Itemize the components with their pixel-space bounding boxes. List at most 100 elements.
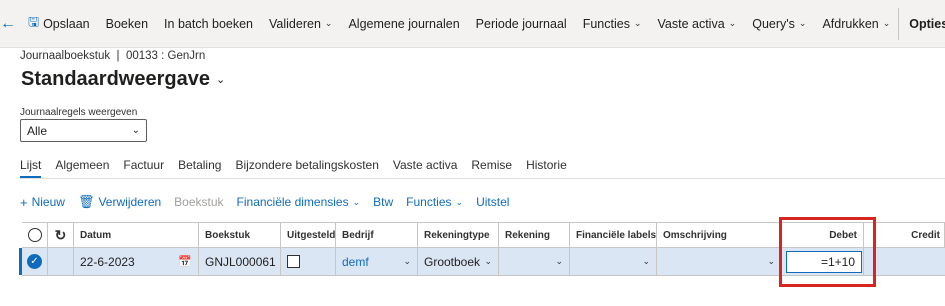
refresh-button[interactable]: ↻ bbox=[48, 223, 74, 247]
header-rekening[interactable]: Rekening bbox=[499, 223, 570, 247]
filter-label: Journaalregels weergeven bbox=[20, 107, 138, 118]
tab-lijst[interactable]: Lijst bbox=[20, 152, 42, 178]
periode-journaal-button[interactable]: Periode journaal bbox=[468, 8, 575, 40]
vaste-activa-label: Vaste activa bbox=[657, 16, 725, 31]
highlight-annotation-box bbox=[779, 217, 876, 287]
chevron-down-icon[interactable]: ⌄ bbox=[484, 256, 492, 267]
boeken-button[interactable]: Boeken bbox=[98, 8, 156, 40]
financial-dimensions-menu[interactable]: Financiële dimensies ⌄ bbox=[237, 195, 361, 209]
omschrijving-cell[interactable]: ⌄ bbox=[657, 248, 782, 275]
chevron-down-icon: ⌄ bbox=[882, 18, 891, 28]
queries-label: Query's bbox=[752, 16, 795, 31]
journal-lines-filter-select[interactable]: Alle ⌄ bbox=[20, 119, 147, 142]
chevron-down-icon[interactable]: ⌄ bbox=[767, 256, 775, 267]
boekstuk-cell[interactable]: GNJL000061 bbox=[199, 248, 281, 275]
boekstuk-label: Boekstuk bbox=[174, 195, 224, 209]
delete-button[interactable]: 🗑 Verwijderen bbox=[78, 194, 161, 210]
functies-menu[interactable]: Functies ⌄ bbox=[575, 8, 650, 40]
header-boekstuk[interactable]: Boekstuk bbox=[199, 223, 281, 247]
view-selector[interactable]: Standaardweergave ⌄ bbox=[21, 68, 225, 91]
credit-cell[interactable] bbox=[864, 248, 945, 275]
breadcrumb: Journaalboekstuk | 00133 : GenJrn bbox=[20, 50, 205, 62]
uitgesteld-checkbox[interactable] bbox=[287, 255, 300, 268]
breadcrumb-record: 00133 : GenJrn bbox=[125, 50, 206, 62]
chevron-down-icon[interactable]: ⌄ bbox=[403, 256, 411, 267]
header-credit[interactable]: Credit bbox=[864, 223, 945, 247]
header-omschrijving[interactable]: Omschrijving bbox=[657, 223, 782, 247]
header-uitgesteld[interactable]: Uitgesteld bbox=[281, 223, 336, 247]
calendar-icon[interactable]: 📅 bbox=[178, 255, 192, 268]
tab-factuur[interactable]: Factuur bbox=[123, 152, 164, 178]
algemene-label: Algemene journalen bbox=[348, 16, 460, 31]
uitstel-button[interactable]: Uitstel bbox=[476, 195, 509, 209]
chevron-down-icon: ⌄ bbox=[633, 18, 642, 28]
tab-bijzondere-betalingskosten[interactable]: Bijzondere betalingskosten bbox=[235, 152, 378, 178]
btw-button[interactable]: Btw bbox=[373, 195, 393, 209]
afdrukken-menu[interactable]: Afdrukken ⌄ bbox=[814, 8, 898, 40]
chevron-down-icon: ⌄ bbox=[352, 196, 361, 207]
chevron-down-icon: ⌄ bbox=[798, 18, 807, 28]
bedrijf-value[interactable]: demf bbox=[342, 255, 369, 269]
new-button[interactable]: + Nieuw bbox=[20, 195, 65, 210]
boeken-label: Boeken bbox=[105, 16, 149, 31]
bedrijf-cell[interactable]: demf ⌄ bbox=[336, 248, 418, 275]
tab-vaste-activa[interactable]: Vaste activa bbox=[393, 152, 457, 178]
checkmark-icon: ✓ bbox=[27, 254, 42, 269]
tab-betaling[interactable]: Betaling bbox=[178, 152, 221, 178]
uitgesteld-cell[interactable] bbox=[281, 248, 336, 275]
rekeningtype-value: Grootboek bbox=[424, 254, 481, 269]
tab-algemeen[interactable]: Algemeen bbox=[55, 152, 109, 178]
breadcrumb-form: Journaalboekstuk bbox=[20, 50, 111, 62]
batch-button[interactable]: In batch boeken bbox=[156, 8, 261, 40]
grid-action-bar: + Nieuw 🗑 Verwijderen Boekstuk Financiële … bbox=[20, 192, 522, 212]
refresh-icon: ↻ bbox=[54, 226, 67, 243]
row-select-checkbox[interactable]: ✓ bbox=[22, 248, 48, 275]
boekstuk-button[interactable]: Boekstuk bbox=[174, 195, 223, 209]
row-spacer bbox=[48, 248, 74, 275]
rekening-cell[interactable]: ⌄ bbox=[499, 248, 570, 275]
periode-label: Periode journaal bbox=[475, 16, 567, 31]
rekeningtype-cell[interactable]: Grootboek ⌄ bbox=[418, 248, 499, 275]
action-pane: ← 🖫 Opslaan Boeken In batch boeken Valid… bbox=[0, 0, 945, 48]
batch-label: In batch boeken bbox=[164, 16, 254, 31]
datum-value: 22-6-2023 bbox=[80, 254, 135, 269]
chevron-down-icon[interactable]: ⌄ bbox=[642, 256, 650, 267]
queries-menu[interactable]: Query's ⌄ bbox=[744, 8, 814, 40]
opties-button[interactable]: Opties bbox=[898, 7, 945, 40]
new-label: Nieuw bbox=[31, 195, 65, 209]
save-icon: 🖫 bbox=[28, 13, 40, 29]
header-rekeningtype[interactable]: Rekeningtype bbox=[418, 223, 499, 247]
grid-functies-label: Functies bbox=[406, 195, 452, 209]
chevron-down-icon[interactable]: ⌄ bbox=[555, 256, 563, 267]
plus-icon: + bbox=[20, 194, 28, 210]
uitstel-label: Uitstel bbox=[476, 195, 510, 209]
header-datum[interactable]: Datum bbox=[74, 223, 199, 247]
btw-label: Btw bbox=[373, 195, 394, 209]
chevron-down-icon: ⌄ bbox=[215, 74, 226, 86]
select-all-checkbox[interactable] bbox=[22, 223, 48, 247]
tab-historie[interactable]: Historie bbox=[526, 152, 567, 178]
trash-icon: 🗑 bbox=[77, 194, 95, 209]
tab-remise[interactable]: Remise bbox=[471, 152, 512, 178]
filter-value: Alle bbox=[27, 123, 48, 138]
valideren-menu[interactable]: Valideren ⌄ bbox=[261, 8, 340, 40]
algemene-journalen-button[interactable]: Algemene journalen bbox=[340, 8, 467, 40]
grid-functies-menu[interactable]: Functies ⌄ bbox=[406, 195, 463, 209]
header-bedrijf[interactable]: Bedrijf bbox=[336, 223, 418, 247]
chevron-down-icon: ⌄ bbox=[131, 125, 140, 136]
valideren-label: Valideren bbox=[269, 16, 321, 31]
save-label: Opslaan bbox=[43, 16, 90, 31]
header-financial-labels[interactable]: Financiële labels bbox=[570, 223, 657, 247]
page-title: Standaardweergave bbox=[21, 68, 210, 90]
financial-labels-cell[interactable]: ⌄ bbox=[570, 248, 657, 275]
chevron-down-icon: ⌄ bbox=[455, 196, 464, 207]
datum-cell[interactable]: 22-6-2023 📅 bbox=[74, 248, 199, 275]
arrow-left-icon[interactable]: ← bbox=[0, 15, 16, 33]
opties-label: Opties bbox=[909, 16, 945, 31]
vaste-activa-menu[interactable]: Vaste activa ⌄ bbox=[650, 8, 745, 40]
circle-icon bbox=[27, 228, 42, 242]
chevron-down-icon: ⌄ bbox=[728, 18, 737, 28]
save-button[interactable]: 🖫 Opslaan bbox=[20, 8, 98, 40]
afdrukken-label: Afdrukken bbox=[822, 16, 879, 31]
functies-label: Functies bbox=[582, 16, 630, 31]
